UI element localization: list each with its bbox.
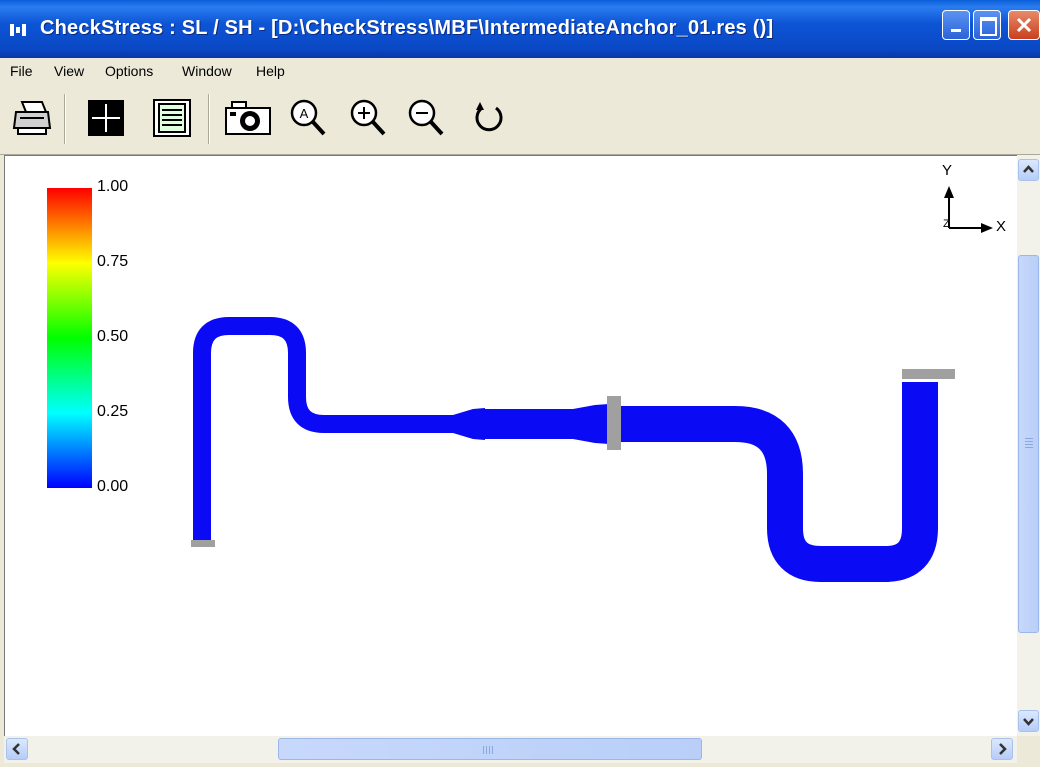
legend-label: 1.00 <box>97 178 129 195</box>
zoom-auto-icon[interactable]: A <box>288 98 328 138</box>
axis-label-y: Y <box>942 162 953 179</box>
stress-legend-bar <box>47 188 92 488</box>
pipe-reducer <box>453 408 485 440</box>
legend-label: 0.50 <box>97 328 129 345</box>
crosshair-icon[interactable] <box>86 98 126 138</box>
print-icon[interactable] <box>12 98 54 138</box>
scroll-up-button[interactable] <box>1018 159 1039 181</box>
minimize-button[interactable] <box>942 10 970 40</box>
anchor-support <box>902 369 955 379</box>
chevron-up-icon <box>1023 165 1034 173</box>
camera-icon[interactable] <box>224 98 272 138</box>
report-icon[interactable] <box>152 98 192 138</box>
toolbar-separator <box>208 94 210 144</box>
app-icon <box>10 24 32 36</box>
horizontal-scroll-thumb[interactable] <box>278 738 702 760</box>
legend-label: 0.00 <box>97 478 129 495</box>
legend-label: 0.75 <box>97 253 129 270</box>
minimize-icon <box>951 29 961 32</box>
axis-label-x: X <box>996 218 1007 235</box>
menu-bar: File View Options Window Help <box>0 58 1040 84</box>
menu-window[interactable]: Window <box>182 63 232 79</box>
resize-grip[interactable] <box>1017 736 1040 763</box>
svg-text:A: A <box>300 106 309 121</box>
axis-label-z: Z <box>943 218 950 230</box>
scroll-right-button[interactable] <box>991 738 1013 760</box>
zoom-out-icon[interactable] <box>406 98 446 138</box>
scroll-down-button[interactable] <box>1018 710 1039 732</box>
menu-file[interactable]: File <box>10 63 33 79</box>
chevron-down-icon <box>1023 718 1034 726</box>
title-bar[interactable]: CheckStress : SL / SH - [D:\CheckStress\… <box>0 0 1040 58</box>
toolbar: A <box>0 84 1040 155</box>
horizontal-scrollbar[interactable] <box>4 736 1017 763</box>
vertical-scrollbar[interactable] <box>1017 155 1040 736</box>
chevron-left-icon <box>12 743 20 755</box>
menu-help[interactable]: Help <box>256 63 285 79</box>
pipe-segment <box>605 382 938 582</box>
intermediate-anchor <box>607 396 621 450</box>
chevron-right-icon <box>999 743 1007 755</box>
toolbar-separator <box>64 94 66 144</box>
close-button[interactable] <box>1008 10 1040 40</box>
stress-plot-viewport[interactable]: 1.00 0.75 0.50 0.25 0.00 Y X Z <box>4 155 1017 737</box>
anchor-support <box>191 540 215 547</box>
window-title: CheckStress : SL / SH - [D:\CheckStress\… <box>40 17 774 39</box>
pipe-model-canvas[interactable] <box>5 156 1017 737</box>
axis-triad <box>944 186 993 233</box>
maximize-icon <box>980 17 997 36</box>
maximize-button[interactable] <box>973 10 1001 40</box>
scroll-left-button[interactable] <box>6 738 28 760</box>
pipe-segment <box>193 317 455 544</box>
close-icon <box>1016 17 1032 33</box>
vertical-scroll-thumb[interactable] <box>1018 255 1039 633</box>
rotate-icon[interactable] <box>472 98 508 138</box>
menu-options[interactable]: Options <box>105 63 153 79</box>
legend-label: 0.25 <box>97 403 129 420</box>
zoom-in-icon[interactable] <box>348 98 388 138</box>
menu-view[interactable]: View <box>54 63 84 79</box>
pipe-reducer <box>573 404 609 444</box>
